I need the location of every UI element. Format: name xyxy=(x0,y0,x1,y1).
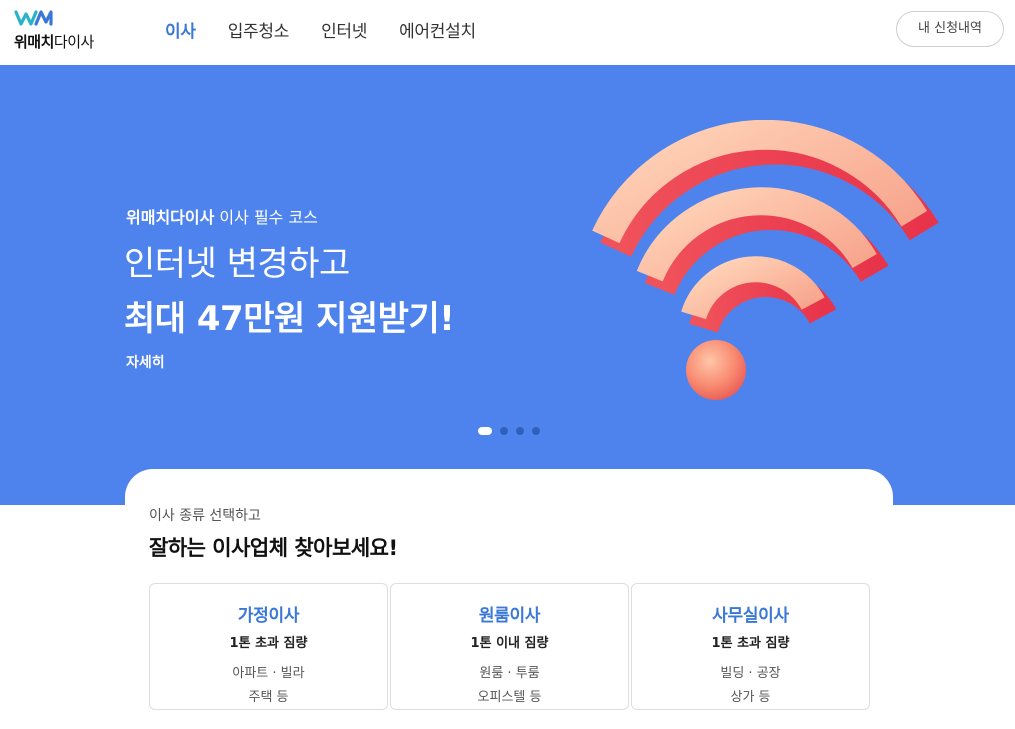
type-desc: 주택 등 xyxy=(248,690,289,705)
type-load: 1톤 초과 짐량 xyxy=(711,636,790,651)
slide-dot-3[interactable] xyxy=(516,427,524,435)
type-name: 사무실이사 xyxy=(712,606,789,626)
type-desc: 오피스텔 등 xyxy=(477,690,542,705)
type-load: 1톤 이내 짐량 xyxy=(470,636,549,651)
nav-item-moving[interactable]: 이사 xyxy=(165,18,196,46)
type-desc: 상가 등 xyxy=(730,690,771,705)
moving-type-office[interactable]: 사무실이사 1톤 초과 짐량 빌딩 · 공장 상가 등 xyxy=(631,583,870,710)
type-name: 원룸이사 xyxy=(478,606,541,626)
moving-type-oneroom[interactable]: 원룸이사 1톤 이내 짐량 원룸 · 투룸 오피스텔 등 xyxy=(390,583,629,710)
slide-dot-2[interactable] xyxy=(500,427,508,435)
nav-item-internet[interactable]: 인터넷 xyxy=(321,18,367,46)
banner-title-line2: 최대 47만원 지원받기! xyxy=(124,299,455,339)
nav-item-aircon-install[interactable]: 에어컨설치 xyxy=(399,18,476,46)
banner-detail-link[interactable]: 자세히 xyxy=(126,352,165,372)
banner-title-line1: 인터넷 변경하고 xyxy=(124,244,350,284)
site-logo[interactable]: 위매치다이사 xyxy=(14,9,104,55)
moving-type-home[interactable]: 가정이사 1톤 초과 짐량 아파트 · 빌라 주택 등 xyxy=(149,583,388,710)
main-nav: 이사 입주청소 인터넷 에어컨설치 xyxy=(165,18,476,46)
slide-pagination xyxy=(478,427,540,435)
moving-type-section: 이사 종류 선택하고 잘하는 이사업체 찾아보세요! 가정이사 1톤 초과 짐량… xyxy=(125,469,893,729)
type-desc: 빌딩 · 공장 xyxy=(720,666,781,681)
promo-banner[interactable]: 위매치다이사 이사 필수 코스 인터넷 변경하고 최대 47만원 지원받기! 자… xyxy=(0,65,1015,505)
nav-item-move-in-cleaning[interactable]: 입주청소 xyxy=(228,18,290,46)
my-requests-button[interactable]: 내 신청내역 xyxy=(896,11,1004,47)
type-desc: 아파트 · 빌라 xyxy=(232,666,305,681)
slide-dot-1[interactable] xyxy=(478,427,492,435)
moving-type-list: 가정이사 1톤 초과 짐량 아파트 · 빌라 주택 등 원룸이사 1톤 이내 짐… xyxy=(149,583,870,710)
wifi-illustration-icon xyxy=(592,120,939,400)
type-load: 1톤 초과 짐량 xyxy=(229,636,308,651)
top-header: 위매치다이사 이사 입주청소 인터넷 에어컨설치 내 신청내역 xyxy=(0,0,1015,65)
banner-subtitle: 위매치다이사 이사 필수 코스 xyxy=(126,208,318,227)
logo-mark-icon xyxy=(14,10,53,26)
type-name: 가정이사 xyxy=(237,606,300,626)
section-title: 잘하는 이사업체 찾아보세요! xyxy=(149,536,398,560)
slide-dot-4[interactable] xyxy=(532,427,540,435)
section-subtitle: 이사 종류 선택하고 xyxy=(149,508,261,524)
type-desc: 원룸 · 투룸 xyxy=(479,666,540,681)
logo-text: 위매치다이사 xyxy=(14,33,94,51)
